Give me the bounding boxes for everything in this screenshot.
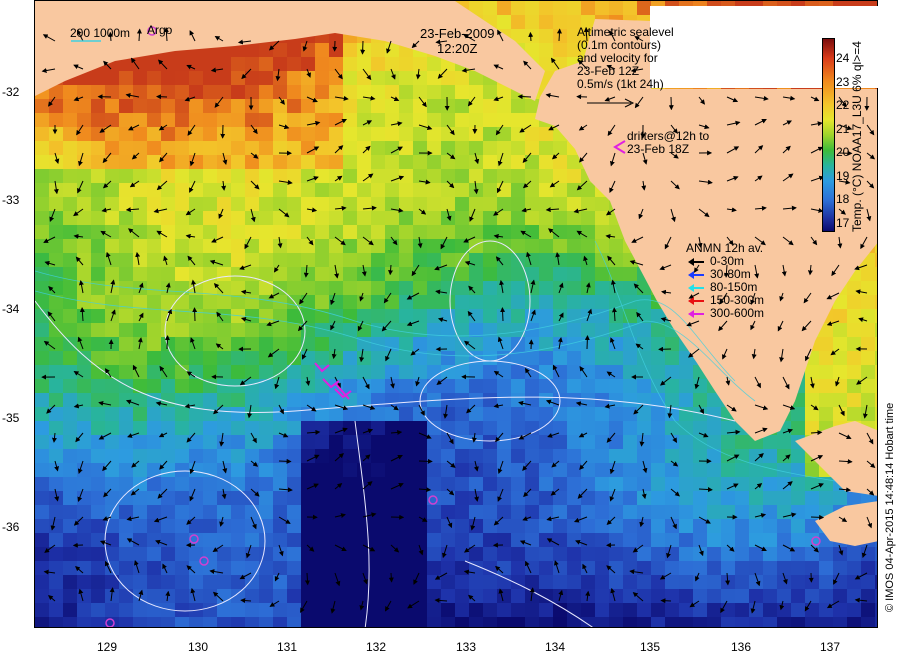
legend-arrow-icon [688, 309, 704, 318]
colorbar-tick-label: 23 [836, 74, 850, 89]
legend-arrow-icon [688, 270, 704, 279]
colorbar-label: Temp. (°C) NOAA17_L3U 6% ql>=4 [850, 41, 864, 232]
map-datetime: 23-Feb-2009 12:20Z [420, 26, 494, 56]
colorbar-tick-label: 22 [836, 98, 850, 112]
anmn-legend-entry: 300-600m [686, 307, 764, 320]
y-tick-label: -36 [2, 520, 20, 534]
colorbar-tick-label: 20 [836, 145, 850, 159]
colorbar-tick-label: 19 [836, 168, 850, 183]
x-tick-label: 134 [544, 640, 566, 654]
x-tick-label: 132 [365, 640, 387, 654]
x-tick-label: 136 [730, 640, 752, 654]
colorbar-tick-label: 17 [836, 215, 850, 230]
y-tick-label: -34 [2, 302, 20, 316]
legend-entry-label: 300-600m [710, 306, 765, 320]
note-line: 23-Feb 18Z [627, 142, 690, 156]
y-tick-label: -33 [2, 193, 20, 207]
temperature-colorbar [822, 38, 835, 232]
y-tick-label: -35 [2, 411, 20, 425]
drifter-note: drifters@12h to 23-Feb 18Z [627, 130, 709, 156]
scale-bar-label: 200 1000m [70, 26, 131, 40]
credit-text: © IMOS 04-Apr-2015 14:48:14 Hobart time [884, 402, 896, 612]
legend-arrow-icon [688, 296, 704, 305]
colorbar-tick-label: 24 [836, 51, 850, 65]
legend-arrow-icon [688, 283, 704, 292]
x-tick-label: 130 [187, 640, 209, 654]
sealevel-note: Altimetric sealevel (0.1m contours) and … [577, 26, 674, 91]
y-tick-label: -32 [2, 85, 20, 99]
x-tick-label: 133 [455, 640, 477, 654]
note-line: 0.5m/s (1kt 24h) [577, 77, 664, 91]
x-tick-label: 135 [639, 640, 661, 654]
x-tick-label: 137 [819, 640, 841, 654]
anmn-legend: ANMN 12h av. 0-30m 30-80m 80-150m 150-300m 3… [686, 242, 764, 320]
x-tick-label: 129 [96, 640, 118, 654]
x-tick-label: 131 [276, 640, 298, 654]
map-time: 12:20Z [436, 41, 478, 56]
map-date: 23-Feb-2009 [420, 26, 495, 41]
legend-arrow-icon [688, 257, 704, 266]
colorbar-tick-label: 21 [836, 121, 850, 136]
colorbar-tick-label: 18 [836, 192, 850, 206]
argo-label: Argo [147, 23, 173, 37]
